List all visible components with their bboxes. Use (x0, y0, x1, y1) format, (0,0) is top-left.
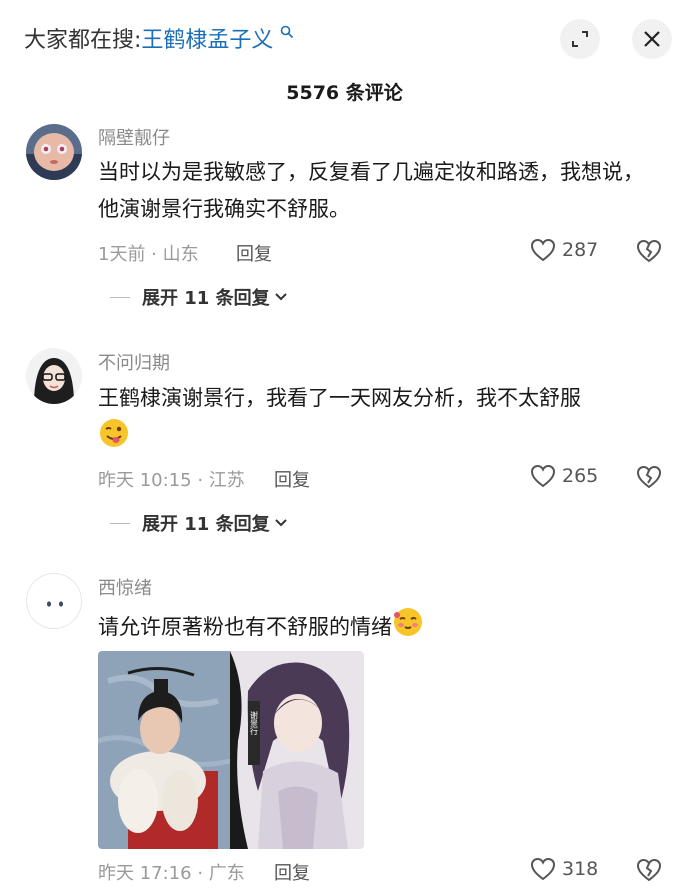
broken-heart-icon (636, 465, 662, 489)
trending-search[interactable]: 大家都在搜:王鹤棣孟子义 (24, 22, 294, 54)
dislike-button[interactable] (636, 239, 662, 267)
expand-label: 展开 11 条回复 (142, 288, 270, 309)
comment-meta: 昨天 17:16 · 广东 (98, 863, 245, 884)
comment-meta: 昨天 10:15 · 江苏 (98, 470, 245, 491)
shrink-icon (572, 31, 588, 47)
comment-username[interactable]: 不问归期 (98, 349, 170, 375)
header: 大家都在搜:王鹤棣孟子义 (0, 0, 689, 72)
heart-icon (530, 238, 556, 262)
comment-text: 王鹤棣演谢景行，我看了一天网友分析，我不太舒服 (98, 380, 658, 461)
comment-text: 当时以为是我敏感了，反复看了几遍定妆和路透，我想说，他演谢景行我确实不舒服。 (98, 160, 644, 221)
like-count: 287 (562, 239, 599, 261)
comment-username[interactable]: 隔壁靓仔 (98, 124, 170, 150)
expand-replies-button[interactable]: 展开 11 条回复 (110, 284, 288, 310)
broken-heart-icon (636, 239, 662, 263)
divider-line (110, 296, 130, 298)
like-count: 318 (562, 858, 599, 880)
winking-tongue-emoji (98, 417, 130, 461)
search-prefix: 大家都在搜: (24, 28, 142, 53)
heart-icon (530, 464, 556, 488)
comments-page: 大家都在搜:王鹤棣孟子义 5576 条评论 隔壁靓仔 当时以为是我敏感了，反复看… (0, 0, 689, 889)
expand-label: 展开 11 条回复 (142, 514, 270, 535)
search-keyword[interactable]: 王鹤棣孟子义 (141, 28, 273, 53)
avatar[interactable] (26, 348, 82, 404)
photo-caption: 谢景行 (250, 710, 259, 736)
close-button[interactable] (632, 19, 672, 59)
comment-username[interactable]: 西惊绪 (98, 574, 152, 600)
reply-button[interactable]: 回复 (236, 240, 272, 266)
dislike-button[interactable] (636, 465, 662, 493)
like-button[interactable]: 318 (530, 857, 598, 881)
search-icon[interactable] (275, 25, 293, 43)
blushing-wink-emoji (392, 606, 424, 650)
comment-meta: 1天前 · 山东 (98, 244, 199, 265)
comment-count: 5576 条评论 (286, 82, 403, 104)
comment-text: 请允许原著粉也有不舒服的情绪 (98, 606, 658, 650)
comment-image[interactable]: 谢景行 (98, 651, 364, 849)
like-count: 265 (562, 465, 599, 487)
shrink-button[interactable] (560, 19, 600, 59)
heart-icon (530, 857, 556, 881)
reply-button[interactable]: 回复 (274, 859, 310, 885)
avatar[interactable] (26, 124, 82, 180)
chevron-down-icon (274, 293, 287, 301)
dislike-button[interactable] (636, 858, 662, 886)
reply-button[interactable]: 回复 (274, 466, 310, 492)
expand-replies-button[interactable]: 展开 11 条回复 (110, 510, 288, 536)
comment-text-body: 请允许原著粉也有不舒服的情绪 (98, 615, 392, 639)
avatar[interactable] (26, 573, 82, 629)
close-icon (644, 31, 660, 47)
like-button[interactable]: 265 (530, 464, 598, 488)
like-button[interactable]: 287 (530, 238, 598, 262)
divider-line (110, 522, 130, 524)
comment-text-body: 王鹤棣演谢景行，我看了一天网友分析，我不太舒服 (98, 386, 581, 410)
broken-heart-icon (636, 858, 662, 882)
chevron-down-icon (274, 519, 287, 527)
